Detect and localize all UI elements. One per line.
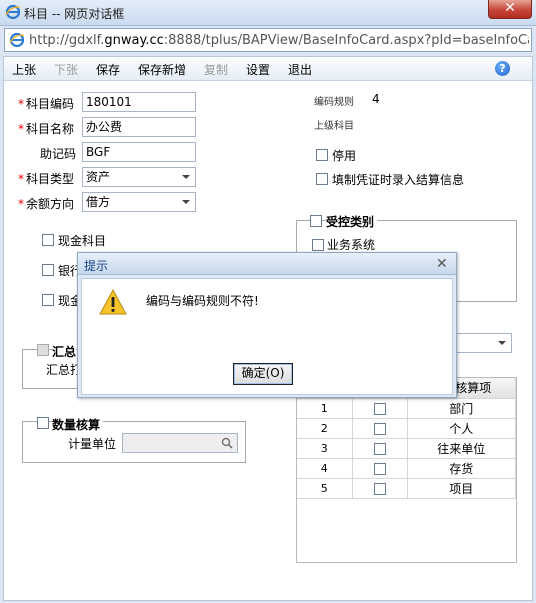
cash-account-label: 现金科目: [58, 234, 107, 248]
toolbar: 上张 下张 保存 保存新增 复制 设置 退出 ?: [4, 57, 532, 81]
row-checkbox[interactable]: [373, 442, 386, 455]
quantity-label: 数量核算: [52, 416, 104, 433]
row-check: [352, 438, 408, 459]
ie-page-icon: [9, 32, 25, 48]
name-label: * 科目名称: [18, 122, 75, 136]
row-item: 存货: [407, 458, 516, 479]
row-no: 2: [297, 418, 353, 439]
row-checkbox[interactable]: [373, 402, 386, 415]
table-row[interactable]: 3 往来单位: [297, 438, 516, 459]
disabled-checkbox[interactable]: [316, 149, 328, 161]
table-row[interactable]: 4 存货: [297, 458, 516, 479]
code-rule-label: 编码规则: [314, 97, 354, 108]
save-new-button[interactable]: 保存新增: [138, 61, 186, 78]
aux-accounting-grid: 序号 辅助核算项 1部门 2个人 3往来单位 4存货 5项目: [296, 377, 517, 563]
name-input[interactable]: 办公费: [82, 117, 196, 137]
table-row[interactable]: 2 个人: [297, 418, 516, 439]
row-no: 4: [297, 458, 353, 479]
row-check: [352, 418, 408, 439]
row-no: 5: [297, 478, 353, 499]
summary-label: 汇总: [52, 343, 77, 360]
type-label: * 科目类型: [18, 172, 75, 186]
unit-input[interactable]: [122, 433, 238, 453]
row-item: 往来单位: [407, 438, 516, 459]
copy-button[interactable]: 复制: [204, 61, 228, 78]
business-system-checkbox[interactable]: [312, 239, 324, 251]
summary-checkbox[interactable]: [37, 344, 49, 356]
row-checkbox[interactable]: [373, 422, 386, 435]
address-bar[interactable]: http://gdxlf.gnway.cc:8888/tplus/BAPView…: [4, 28, 532, 52]
alert-dialog: 提示 ✕ 编码与编码规则不符! 确定(O): [77, 252, 457, 398]
search-icon[interactable]: [221, 437, 233, 449]
table-row[interactable]: 1 部门: [297, 398, 516, 419]
window-close-button[interactable]: ✕: [488, 0, 532, 19]
settings-button[interactable]: 设置: [246, 61, 270, 78]
dialog-header: 提示 ✕: [78, 253, 456, 275]
help-icon[interactable]: ?: [495, 61, 510, 76]
row-item: 部门: [407, 398, 516, 419]
row-checkbox[interactable]: [373, 462, 386, 475]
window-title: 科目 -- 网页对话框: [24, 7, 125, 21]
row-check: [352, 478, 408, 499]
dialog-body: 编码与编码规则不符! 确定(O): [81, 278, 453, 395]
warning-icon: [99, 288, 127, 315]
mnemonic-label: 助记码: [40, 147, 77, 161]
settle-info-checkbox[interactable]: [316, 173, 328, 185]
ok-button[interactable]: 确定(O): [233, 363, 293, 385]
settle-info-label: 填制凭证时录入结算信息: [332, 173, 465, 187]
row-item: 项目: [407, 478, 516, 499]
row-no: 1: [297, 398, 353, 419]
mnemonic-input[interactable]: BGF: [82, 142, 196, 162]
business-system-label: 业务系统: [327, 238, 376, 252]
row-item: 个人: [407, 418, 516, 439]
disabled-label: 停用: [332, 149, 357, 163]
window-titlebar: 科目 -- 网页对话框 ✕: [0, 0, 536, 26]
cash-equivalent-checkbox[interactable]: [42, 294, 54, 306]
row-no: 3: [297, 438, 353, 459]
prev-button[interactable]: 上张: [12, 61, 36, 78]
direction-select[interactable]: 借方: [82, 192, 196, 212]
table-row[interactable]: 5 项目: [297, 478, 516, 499]
row-check: [352, 458, 408, 479]
controlled-category-checkbox[interactable]: [310, 215, 322, 227]
address-url: http://gdxlf.gnway.cc:8888/tplus/BAPView…: [29, 33, 529, 48]
type-select[interactable]: 资产: [82, 167, 196, 187]
cash-account-checkbox[interactable]: [42, 234, 54, 246]
controlled-category-label: 受控类别: [326, 213, 378, 230]
code-input[interactable]: 180101: [82, 92, 196, 112]
ie-icon: [5, 4, 21, 20]
row-checkbox[interactable]: [373, 482, 386, 495]
code-label: * 科目编码: [18, 97, 75, 111]
chevron-down-icon: [182, 200, 190, 204]
row-check: [352, 398, 408, 419]
chevron-down-icon: [182, 175, 190, 179]
code-rule-value: 4: [372, 92, 380, 106]
unit-label: 计量单位: [68, 437, 117, 451]
chevron-down-icon: [498, 341, 506, 345]
bank-checkbox[interactable]: [42, 264, 54, 276]
next-button[interactable]: 下张: [54, 61, 78, 78]
save-button[interactable]: 保存: [96, 61, 120, 78]
quantity-checkbox[interactable]: [37, 417, 49, 429]
direction-label: * 余额方向: [18, 197, 75, 211]
exit-button[interactable]: 退出: [288, 61, 312, 78]
dialog-close-icon[interactable]: ✕: [436, 256, 448, 272]
dialog-message: 编码与编码规则不符!: [146, 294, 259, 308]
parent-account-label: 上级科目: [314, 121, 354, 132]
dialog-title: 提示: [84, 259, 109, 273]
